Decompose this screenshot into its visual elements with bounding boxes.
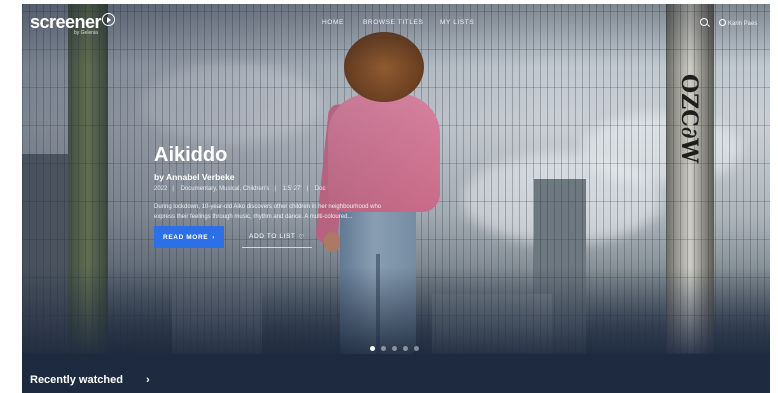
read-more-button[interactable]: READ MORE › [154, 226, 224, 248]
slide-dot-2[interactable] [381, 346, 386, 351]
brand-name: screener [30, 12, 102, 32]
hero-banner: OZC∂W screener by Gelenia HOME BROWSE TI… [22, 4, 770, 354]
slide-dot-5[interactable] [414, 346, 419, 351]
nav-home[interactable]: HOME [322, 19, 344, 26]
brand-logo[interactable]: screener [30, 12, 116, 33]
film-genres: Documentary, Musical, Children's [180, 186, 270, 192]
user-name: Karin Paes [728, 21, 758, 27]
nav-my-lists[interactable]: MY LISTS [440, 19, 474, 26]
section-arrow-icon[interactable]: › [146, 374, 150, 386]
hero-info: Aikiddo by Annabel Verbeke 2022 | Documen… [154, 144, 424, 222]
top-nav: screener by Gelenia HOME BROWSE TITLES M… [22, 4, 770, 40]
search-icon[interactable] [700, 18, 708, 26]
slide-dot-1[interactable] [370, 346, 375, 351]
brand-subtitle: by Gelenia [74, 30, 98, 36]
slide-indicators [370, 346, 419, 351]
add-to-list-button[interactable]: ADD TO LIST ♡ [242, 226, 312, 248]
nav-browse-titles[interactable]: BROWSE TITLES [363, 19, 423, 26]
film-duration: 1:5' 27' [282, 186, 302, 192]
user-icon [719, 19, 726, 26]
read-more-label: READ MORE [163, 233, 209, 241]
app-frame: OZC∂W screener by Gelenia HOME BROWSE TI… [22, 4, 770, 393]
user-menu[interactable]: Karin Paes [719, 19, 757, 27]
film-description: During lockdown, 10-year-old Aiko discov… [154, 204, 382, 220]
slide-dot-4[interactable] [403, 346, 408, 351]
film-director: by Annabel Verbeke [154, 172, 235, 182]
film-meta: 2022 | Documentary, Musical, Children's | … [154, 186, 326, 192]
heart-icon: ♡ [298, 233, 305, 241]
film-title: Aikiddo [154, 144, 228, 166]
slide-dot-3[interactable] [392, 346, 397, 351]
add-to-list-label: ADD TO LIST [249, 233, 296, 240]
chevron-right-icon: › [212, 233, 215, 241]
play-icon [102, 13, 116, 26]
film-format: Doc [314, 186, 326, 192]
film-year: 2022 [154, 186, 168, 192]
section-title[interactable]: Recently watched [30, 374, 123, 386]
